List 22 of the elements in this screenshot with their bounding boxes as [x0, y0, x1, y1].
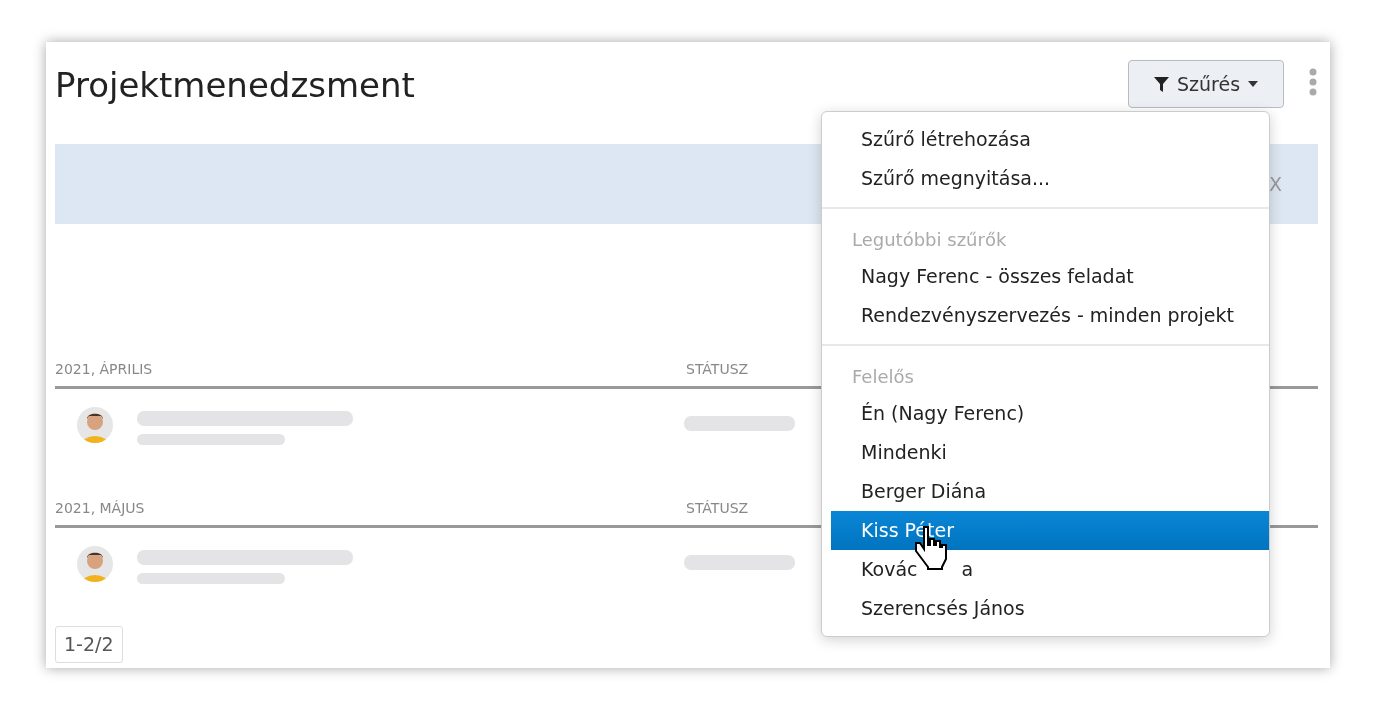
more-icon[interactable]: [1308, 68, 1318, 96]
menu-item[interactable]: Szűrő létrehozása: [831, 120, 1269, 159]
column-heading: STÁTUSZ: [686, 360, 749, 379]
menu-item[interactable]: Szerencsés János: [831, 589, 1269, 628]
group-heading: 2021, MÁJUS: [55, 499, 145, 518]
avatar: [77, 407, 113, 443]
caret-icon: [1248, 81, 1259, 87]
menu-section-heading: Felelős: [851, 365, 915, 389]
avatar: [77, 546, 113, 582]
page-title: Projektmenedzsment: [55, 68, 416, 102]
menu-section-heading: Legutóbbi szűrők: [851, 228, 1008, 252]
filter-button[interactable]: Szűrés: [1128, 60, 1284, 108]
menu-item[interactable]: Kovác a: [831, 550, 1269, 589]
menu-item[interactable]: Mindenki: [831, 433, 1269, 472]
filter-icon: [1153, 76, 1169, 92]
menu-item[interactable]: Nagy Ferenc - összes feladat: [831, 257, 1269, 296]
group-heading: 2021, ÁPRILIS: [55, 360, 153, 379]
menu-item[interactable]: Rendezvényszervezés - minden projekt: [831, 296, 1269, 335]
menu-item[interactable]: Én (Nagy Ferenc): [831, 394, 1269, 433]
menu-item[interactable]: Berger Diána: [831, 472, 1269, 511]
pagination-label: 1-2/2: [55, 626, 123, 663]
column-heading: STÁTUSZ: [686, 499, 749, 518]
